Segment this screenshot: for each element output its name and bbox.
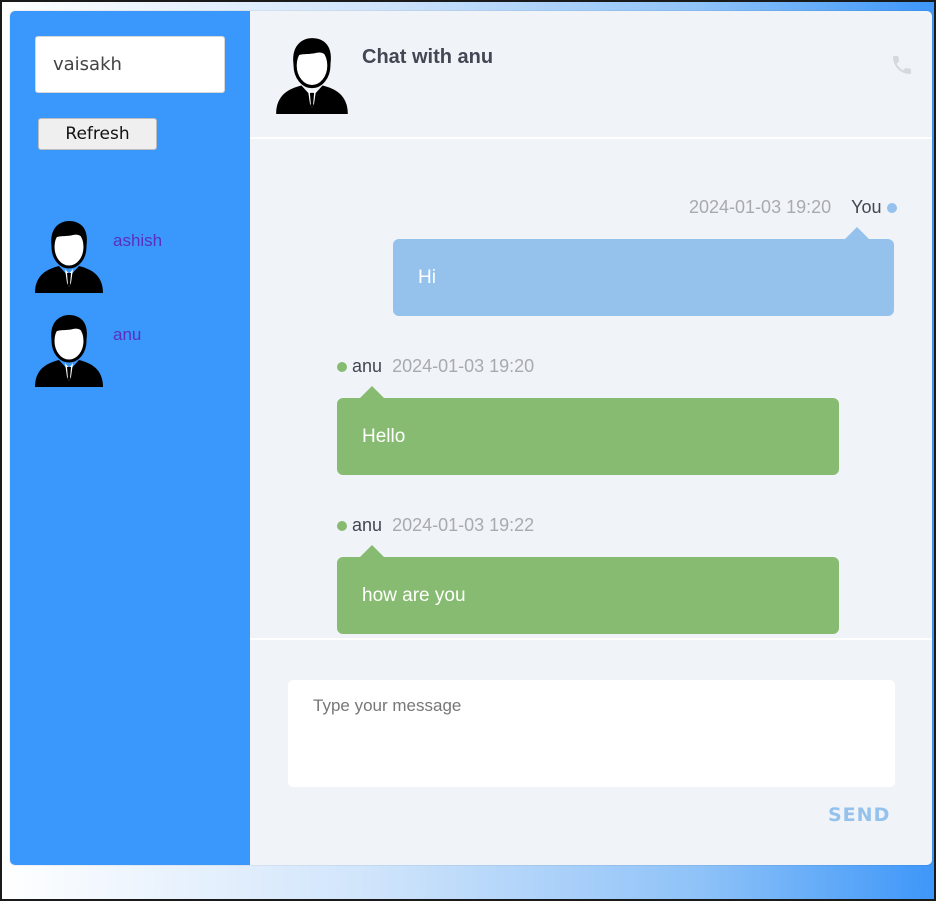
- message-bubble-sent: Hi: [393, 227, 894, 316]
- status-dot: [886, 203, 897, 214]
- chat-app-window: Refresh ashish: [10, 11, 932, 865]
- avatar-icon: [274, 36, 350, 114]
- bubble-arrow: [360, 545, 384, 557]
- message-meta: anu 2024-01-03 19:22: [337, 515, 534, 536]
- chat-panel: Chat with anu 2024-01-03 19:20 You Hi an…: [250, 11, 932, 865]
- sidebar: Refresh ashish: [10, 11, 250, 865]
- refresh-button[interactable]: Refresh: [38, 118, 157, 150]
- contact-item-anu[interactable]: anu: [33, 313, 141, 389]
- message-input[interactable]: [288, 680, 895, 787]
- message-time: 2024-01-03 19:20: [689, 197, 832, 217]
- message-bubble-received: how are you: [337, 545, 839, 634]
- message-sender: anu: [352, 356, 383, 376]
- message-text: Hello: [362, 426, 406, 447]
- contact-item-ashish[interactable]: ashish: [33, 219, 162, 295]
- chat-title: Chat with anu: [362, 46, 494, 68]
- message-time: 2024-01-03 19:22: [392, 515, 535, 535]
- username-input[interactable]: [35, 36, 225, 93]
- bubble-arrow: [360, 386, 384, 398]
- avatar-icon: [33, 219, 105, 293]
- message-time: 2024-01-03 19:20: [392, 356, 535, 376]
- contact-name: anu: [113, 325, 142, 344]
- phone-icon[interactable]: [890, 53, 914, 77]
- message-meta: 2024-01-03 19:20 You: [689, 197, 897, 218]
- bubble-arrow: [845, 227, 869, 239]
- message-meta: anu 2024-01-03 19:20: [337, 356, 534, 377]
- message-text: how are you: [362, 585, 466, 606]
- chat-header: Chat with anu: [250, 11, 932, 139]
- message-bubble-received: Hello: [337, 386, 839, 475]
- status-dot: [337, 521, 347, 532]
- message-text: Hi: [418, 267, 436, 288]
- send-button[interactable]: SEND: [828, 804, 890, 826]
- message-sender: You: [851, 197, 882, 217]
- contact-name: ashish: [113, 231, 163, 250]
- status-dot: [337, 362, 347, 373]
- avatar-icon: [33, 313, 105, 387]
- message-sender: anu: [352, 515, 383, 535]
- message-composer: SEND: [250, 638, 932, 865]
